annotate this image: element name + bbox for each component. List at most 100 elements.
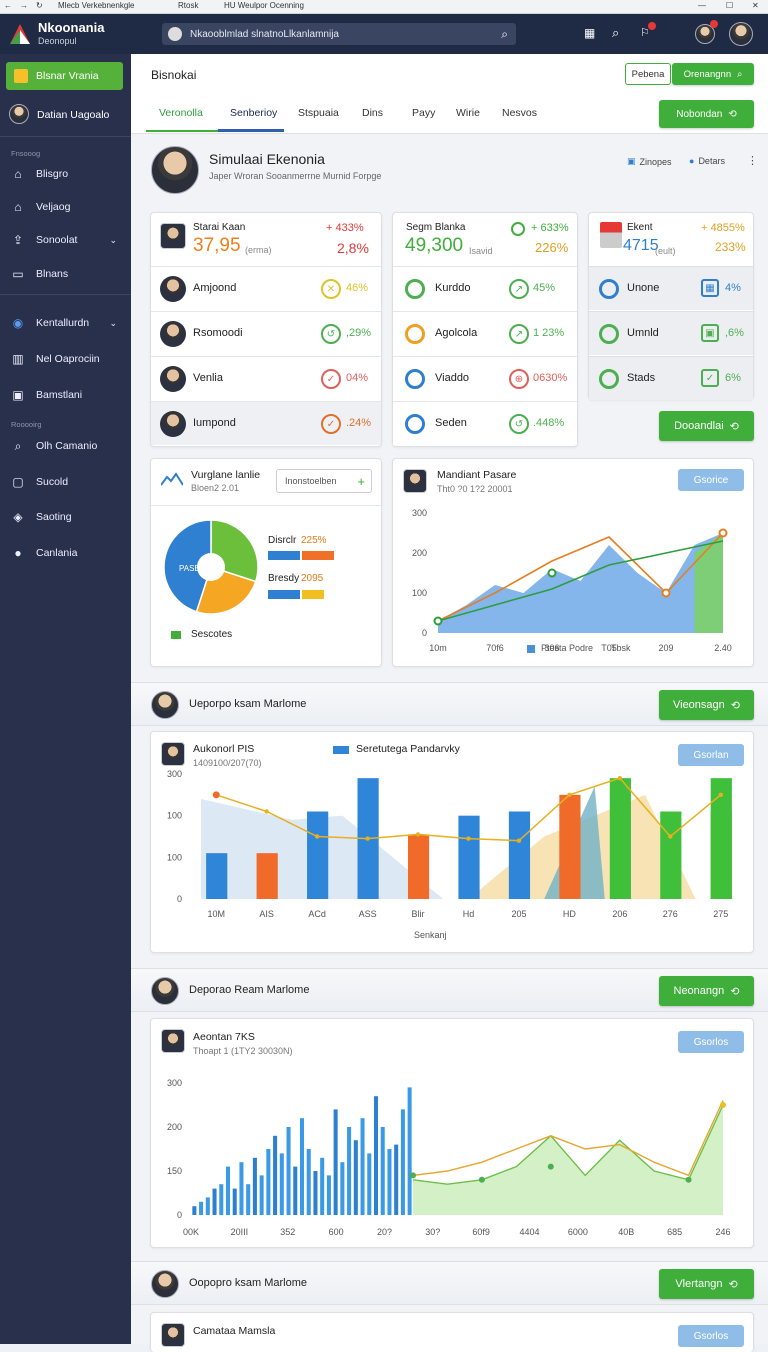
browser-tab-3[interactable]: HU Weulpor Ocenning [224,1,304,10]
sidebar-item-8[interactable]: ⌕ Olh Camanio [0,431,131,461]
tab-2[interactable]: Senberioy [230,107,277,119]
bar [212,1188,217,1215]
reload-icon[interactable]: ↻ [36,1,43,10]
legend-swatch [268,551,300,560]
stat-pct: 6% [725,372,741,384]
profile-link-1[interactable]: ▣ Zinopes [627,156,672,167]
bar-filter-button[interactable]: Gsorlan [678,744,744,766]
sidebar-item-3[interactable]: ⇪ Sonoolat ⌄ [0,225,131,255]
tab-3[interactable]: Stspuaia [298,107,339,119]
tab-5[interactable]: Payy [412,107,435,119]
stat-pct: ,29% [346,327,372,339]
back-icon[interactable]: ← [4,1,12,10]
sidebar-item-label: Saoting [36,511,72,523]
pie-filter-button[interactable]: Inonstoelben + [276,469,372,493]
sidebar-user-avatar[interactable] [9,104,29,124]
section-4-button[interactable]: Vlertangn ⟲ [659,1269,754,1299]
tab-1[interactable]: Veronolla [159,107,203,119]
y-tick: 150 [167,1166,182,1176]
forward-icon[interactable]: → [20,1,28,10]
user-avatar[interactable] [729,22,753,46]
y-tick: 300 [412,508,427,518]
stat-pct: .24% [346,417,372,429]
x-tick: 205 [511,909,526,919]
area-filter-button[interactable]: Gsorice [678,469,744,491]
sidebar-user-name[interactable]: Datian Uagoalo [37,109,109,121]
stat-head-change: + 433% [326,222,364,234]
outline-button[interactable]: Pebena [625,63,671,85]
x-tick: 00K [183,1227,199,1237]
sidebar-item-11[interactable]: ● Canlania [0,538,131,568]
bar [239,1162,244,1215]
search-icon[interactable]: ⌕ [501,27,508,42]
sidebar-item-10[interactable]: ◈ Saoting [0,502,131,532]
browser-tab-1[interactable]: Mlecb Verkebnenkgle [58,1,135,10]
chevron-down-icon[interactable]: ⌄ [109,235,117,246]
browser-tab-2[interactable]: Rtosk [178,1,198,10]
profile-link-2[interactable]: ● Detars [689,156,725,166]
chevron-down-icon[interactable]: ⌄ [109,318,117,329]
section-4-button-label: Vlertangn [675,1278,723,1290]
tab-action-button[interactable]: Nobondan ⟲ [659,100,754,128]
stat-label: Agolcola [435,327,478,339]
header-search-label: Orenangnn [683,68,732,80]
bar [266,1149,271,1215]
header-search-button[interactable]: Orenangnn ⌕ [672,63,754,85]
stat-row[interactable]: Unone ▦ 4% [589,266,753,310]
bar [407,1087,412,1215]
stat-row[interactable]: Venlia ✓ 04% [151,356,381,400]
bar [407,834,430,899]
section-2-button[interactable]: Vieonsagn ⟲ [659,690,754,720]
stat-row[interactable]: Rsomoodi ↺ ,29% [151,311,381,355]
stat-pct: 04% [346,372,369,384]
stat-row[interactable]: Agolcola ↗ 1 23% [393,311,577,355]
stat-row[interactable]: Iumpond ✓ .24% [151,401,381,445]
sidebar-item-9[interactable]: ▢ Sucold [0,467,131,497]
bar [192,1206,197,1215]
grid-icon[interactable]: ▦ [584,26,595,40]
sidebar-item-7[interactable]: ▣ Bamstlani [0,380,131,410]
bar [320,1157,325,1215]
sidebar-item-4[interactable]: ▭ Blnans [0,259,131,289]
sidebar-item-5[interactable]: ◉ Kentallurdn ⌄ [0,308,131,338]
stat-row[interactable]: Seden ↺ .448% [393,401,577,445]
stat-row[interactable]: Kurddo ↗ 45% [393,266,577,310]
refresh-icon: ⟲ [729,420,739,433]
search-icon-top[interactable]: ⌕ [612,25,619,41]
sidebar-item-6[interactable]: ▥ Nel Oaprociin [0,344,131,374]
bar [313,1171,318,1215]
stat-row[interactable]: Amjoond ✕ 46% [151,266,381,310]
download-button[interactable]: Dooandlai ⟲ [659,411,754,441]
bar [326,1175,331,1215]
data-point [466,836,471,841]
maximize-icon[interactable]: ☐ [726,1,733,10]
stat-label: Unone [627,282,660,294]
bar [609,778,631,899]
tab-4[interactable]: Dins [362,107,383,119]
hist-filter-button[interactable]: Gsorlos [678,1031,744,1053]
pie-legend-1-value: 225% [301,535,327,546]
sidebar-item-1[interactable]: ⌂ Blisgro [0,159,131,189]
sidebar-item-label: Kentallurdn [36,317,90,329]
stat-label: Kurddo [435,282,471,294]
row-avatar [160,276,186,302]
bottom-card: Camataa Mamsla Gsorlos [150,1312,754,1352]
profile-subtitle: Japer Wroran Sooanmerrne Murnid Forpge [209,171,382,181]
y-tick: 100 [167,811,182,821]
area-legend-1: Ptesta Podre [541,643,594,653]
more-icon[interactable]: ⋮ [747,154,758,167]
bar-card: Aukonorl PIS 1409100/207(70) Seretutega … [150,731,754,953]
search-input[interactable]: Nkaooblmlad slnatnoLlkanlamnija ⌕ [162,23,516,45]
area-series [438,533,723,633]
stat-row[interactable]: Stads ✓ 6% [589,356,753,400]
stat-row[interactable]: Umnld ▣ ,6% [589,311,753,355]
stat-row[interactable]: Viaddo ⊕ 0630% [393,356,577,400]
close-icon[interactable]: ✕ [752,1,759,10]
sidebar-primary-button[interactable]: Blsnar Vrania [6,62,123,90]
minimize-icon[interactable]: — [698,1,706,10]
tab-6[interactable]: Wirie [456,107,480,119]
stat-pct: 46% [346,282,369,294]
section-3-button[interactable]: Neonangn ⟲ [659,976,754,1006]
sidebar-item-2[interactable]: ⌂ Veljaog [0,192,131,222]
tab-7[interactable]: Nesvos [502,107,537,119]
